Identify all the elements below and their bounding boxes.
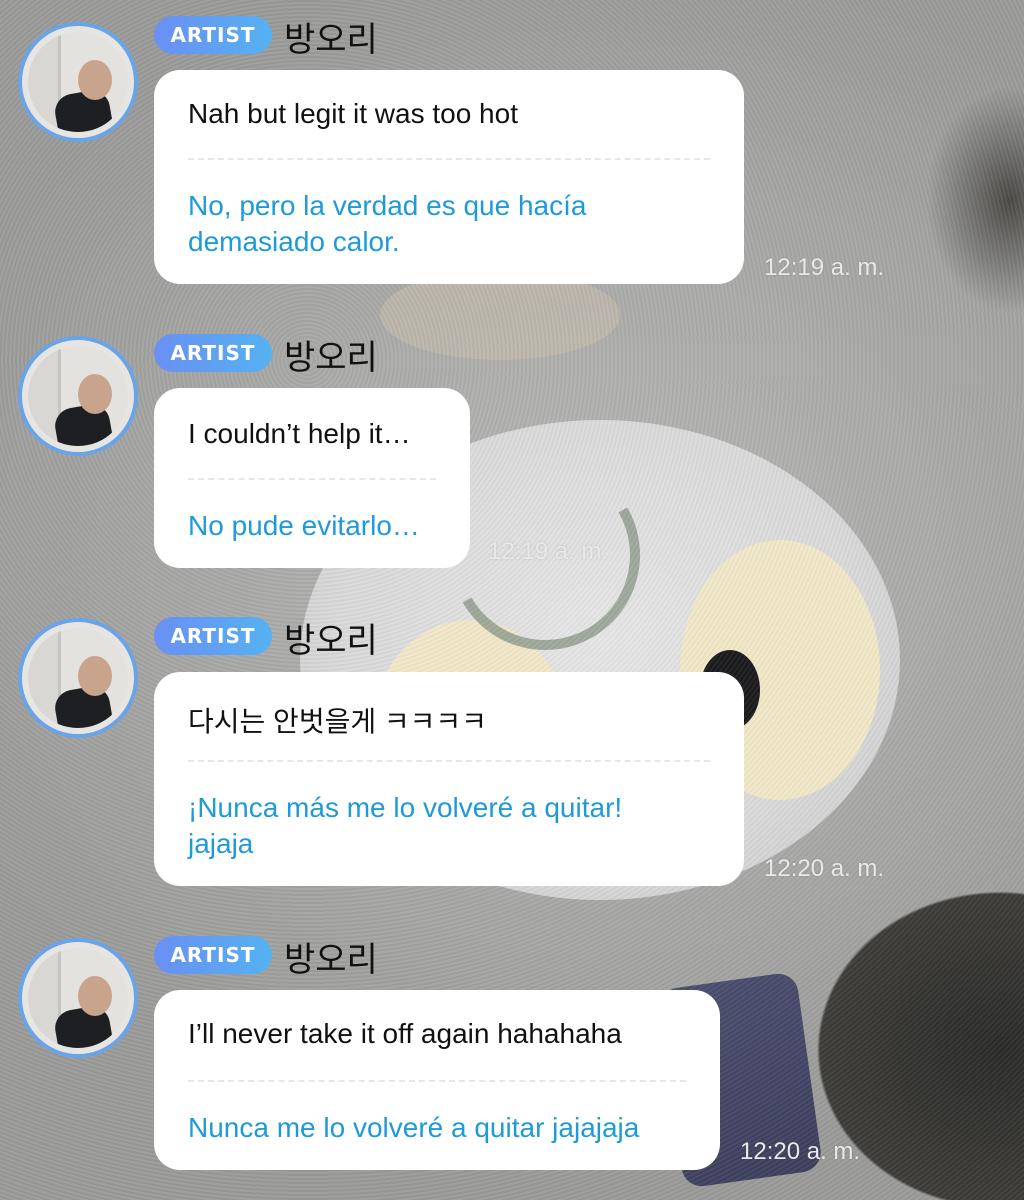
artist-badge: ARTIST xyxy=(154,617,272,655)
sender-name: 방오리 xyxy=(284,621,378,661)
original-text: I couldn’t help it… xyxy=(188,418,411,449)
divider xyxy=(188,158,710,160)
translation-text: ¡Nunca más me lo volveré a quitar! jajaj… xyxy=(188,792,623,859)
timestamp: 12:19 a. m. xyxy=(764,254,885,281)
message-bubble[interactable]: Nah but legit it was too hot No, pero la… xyxy=(154,70,744,284)
original-text: I’ll never take it off again hahahaha xyxy=(188,1018,622,1049)
avatar[interactable] xyxy=(18,22,138,142)
avatar[interactable] xyxy=(18,618,138,738)
translation-text: No pude evitarlo… xyxy=(188,510,420,541)
sender-name: 방오리 xyxy=(284,20,378,60)
translation-text: Nunca me lo volveré a quitar jajajaja xyxy=(188,1112,640,1143)
avatar[interactable] xyxy=(18,938,138,1058)
sender-name: 방오리 xyxy=(284,940,378,980)
artist-badge: ARTIST xyxy=(154,936,272,974)
timestamp: 12:19 a. m. xyxy=(488,538,609,565)
translation-text: No, pero la verdad es que hacía demasiad… xyxy=(188,190,587,257)
artist-badge: ARTIST xyxy=(154,16,272,54)
timestamp: 12:20 a. m. xyxy=(740,1138,861,1165)
timestamp: 12:20 a. m. xyxy=(764,855,885,882)
divider xyxy=(188,760,710,762)
artist-badge: ARTIST xyxy=(154,334,272,372)
sender-name: 방오리 xyxy=(284,338,378,378)
avatar[interactable] xyxy=(18,336,138,456)
message-bubble[interactable]: I couldn’t help it… No pude evitarlo… xyxy=(154,388,470,568)
message-bubble[interactable]: 다시는 안벗을게 ㅋㅋㅋㅋ ¡Nunca más me lo volveré a… xyxy=(154,672,744,886)
original-text: 다시는 안벗을게 ㅋㅋㅋㅋ xyxy=(188,706,487,737)
divider xyxy=(188,1080,686,1082)
original-text: Nah but legit it was too hot xyxy=(188,98,518,129)
divider xyxy=(188,478,436,480)
message-bubble[interactable]: I’ll never take it off again hahahaha Nu… xyxy=(154,990,720,1170)
